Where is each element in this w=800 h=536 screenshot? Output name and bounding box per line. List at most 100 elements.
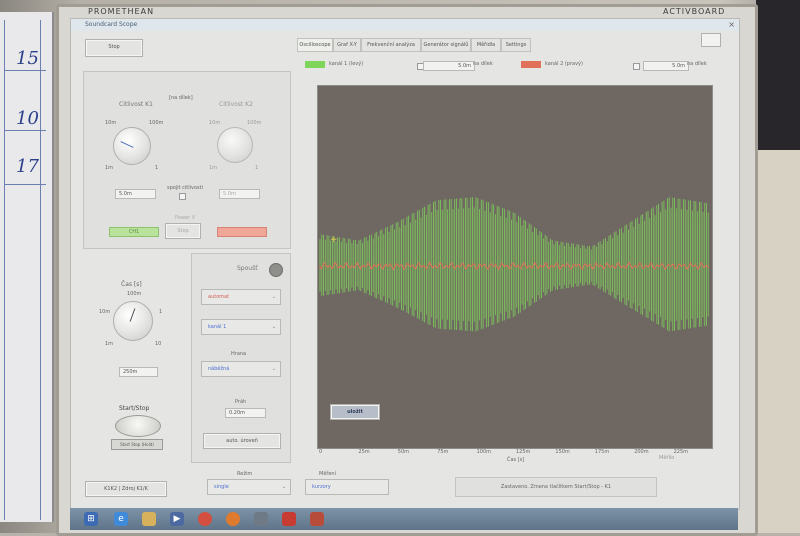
folder-icon[interactable] [142,512,156,526]
tab-signal-generator[interactable]: Generátor signálů [421,38,471,52]
sync-sensitivity-checkbox[interactable] [179,193,186,200]
app-icon[interactable] [254,512,268,526]
chevron-down-icon: ⌄ [271,294,276,300]
x-axis-label: Čas [s] [507,457,525,463]
trigger-channel-dropdown[interactable]: kanál 1 ⌄ [201,319,281,335]
trigger-label: Spoušť [237,265,258,272]
settings-icon[interactable] [701,33,721,47]
whiteboard-number: 10 [16,108,39,129]
x-tick-label: 100m [476,449,492,455]
ch1-sensitivity-knob[interactable] [113,127,151,165]
trigger-mode-dropdown[interactable]: automat ⌄ [201,289,281,305]
trigger-led [269,263,283,277]
scope-app-icon[interactable] [310,512,324,526]
dark-wall-panel [756,0,800,150]
knob2-scale-label: 10m [209,120,221,126]
time-scale-label: 10m [99,309,111,315]
sensitivity-mode-label: [na dílek] [169,95,193,101]
start-button-icon[interactable]: ⊞ [84,512,98,526]
x-tick-label: 125m [516,449,531,455]
x-tick-label: 200m [634,449,649,455]
knob2-scale-label: 100m [247,120,262,126]
side-whiteboard: 15 10 17 [0,12,54,522]
chevron-down-icon: ⌄ [271,366,276,372]
time-scale-label: 100m [127,291,142,297]
trigger-edge-dropdown[interactable]: náběžná ⌄ [201,361,281,377]
start-stop-toggle[interactable] [115,415,161,437]
knob1-scale-label: 1 [155,165,159,171]
trigger-channel-value: kanál 1 [208,324,227,330]
x-tick-label: 25m [358,449,370,455]
brand-label-right: ACTIVBOARD [663,7,726,16]
firefox-icon[interactable] [226,512,240,526]
tab-meters[interactable]: Měřidla [471,38,501,52]
tab-settings[interactable]: Settings [501,38,531,52]
ch2-unit-label: na dílek [687,61,707,67]
trigger-mode-value: automat [208,294,230,300]
measure-label: Měření [319,471,336,477]
mode-dropdown[interactable]: single ⌄ [207,479,291,495]
oscilloscope-plot[interactable]: + uložit [317,85,713,449]
status-box: K1K2 | Zdroj K1/K [85,481,167,497]
x-tick-label: 75m [437,449,449,455]
trigger-cursor-icon: + [330,235,338,245]
ch2-sensitivity-knob[interactable] [217,127,253,163]
ch1-div-field[interactable]: 5.0m [423,61,475,71]
time-scale-label: 10 [155,341,162,347]
close-icon[interactable]: × [728,20,735,29]
tab-oscilloscope[interactable]: Oscilloscope [297,38,333,52]
start-stop-label: Start/Stop [119,405,150,412]
wall-panel [756,150,800,533]
ch2-div-field[interactable]: 5.0m [643,61,689,71]
whiteboard-grid-line [4,20,5,520]
window-title: Soundcard Scope [85,21,138,28]
stop-button[interactable]: Stop [85,39,143,57]
mode-label: Režim [237,471,253,477]
trigger-panel [191,253,291,463]
media-player-icon[interactable]: ▶ [170,512,184,526]
whiteboard-number: 15 [16,48,39,69]
status-message: Zastaveno. Zmena tlačítkem Start/Stop - … [455,477,657,497]
ch2-checkbox[interactable] [633,63,640,70]
waveform-canvas: + [319,197,709,332]
ch2-indicator [217,227,267,237]
chrome-icon[interactable] [198,512,212,526]
threshold-field[interactable]: 0.20m [225,408,266,418]
title-bar: Soundcard Scope × [71,19,739,31]
knob2-scale-label: 1 [255,165,259,171]
corner-note: Měřilo [659,455,675,461]
ch2-label: kanál 2 (pravý) [545,61,583,67]
measure-dropdown[interactable]: kurzory [305,479,389,495]
x-tick-label: 225m [673,449,689,455]
x-tick-label: 50m [397,449,410,455]
knob-pointer [120,141,134,148]
knob1-scale-label: 1m [105,165,114,171]
ie-icon[interactable]: e [114,512,128,526]
time-base-knob[interactable] [113,301,153,341]
power-stop-button[interactable]: Stop [165,223,201,239]
x-tick-label: 0 [319,449,323,455]
power-label: Power V [175,215,196,221]
start-stop-mode[interactable]: Start Stop (Hold) [111,439,163,450]
knob-pointer [129,308,136,322]
save-button[interactable]: uložit [330,404,380,420]
windows-taskbar: ⊞ e ▶ [70,508,738,530]
activinspire-icon[interactable] [282,512,296,526]
whiteboard-grid-line [40,20,41,520]
auto-level-button[interactable]: auto. úroveň [203,433,281,449]
ch1-unit-label: na dílek [473,61,493,67]
brand-label-left: PROMETHEAN [88,7,155,16]
scope-app-window: Soundcard Scope × Stop Citlivost K1 [na … [70,18,740,510]
ch1-sensitivity-field[interactable]: 5.0m [115,189,156,199]
tab-frequency-analysis[interactable]: Frekvenční analýza [361,38,421,52]
chevron-down-icon: ⌄ [281,484,286,490]
tab-graph-xy[interactable]: Graf X-Y [333,38,361,52]
threshold-label: Práh [235,399,247,405]
time-base-field[interactable]: 250m [119,367,158,377]
knob2-scale-label: 1m [209,165,218,171]
time-scale-label: 1m [105,341,114,347]
whiteboard-number: 17 [16,156,39,177]
ch1-color-swatch [305,61,325,68]
ch2-sensitivity-field[interactable]: 5.0m [219,189,260,199]
knob1-scale-label: 10m [105,120,117,126]
